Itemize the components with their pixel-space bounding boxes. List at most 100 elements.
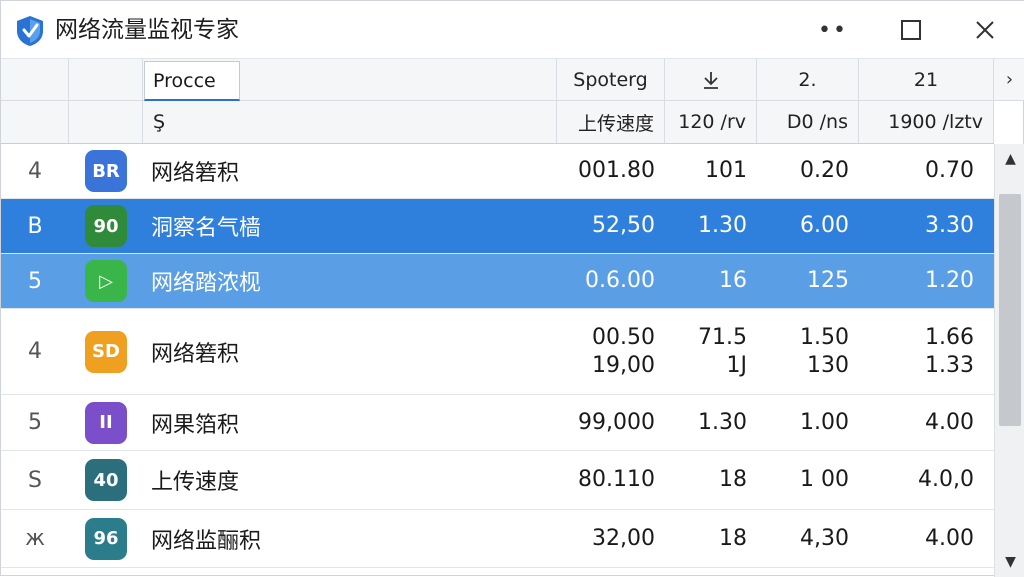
header-col-d0[interactable]: D0 /ns xyxy=(757,101,859,143)
row-value-v1: 80.110 xyxy=(557,451,655,509)
value-text: 1.00 xyxy=(800,409,849,435)
value-text: 71.5 xyxy=(698,324,747,350)
row-value-v1: 00.50 19,00 xyxy=(557,309,655,394)
download-arrow-icon xyxy=(703,71,718,89)
table-row[interactable]: 5 II 网果箔积 99,000 1.30 1.00 4.00 xyxy=(1,395,994,451)
process-name: 网络监酾积 xyxy=(151,528,262,554)
header-row-bottom: Ş 上传速度 120 /rv D0 /ns 1900 /lztv xyxy=(1,101,994,144)
process-name: 网果箔积 xyxy=(151,412,240,438)
header-icon-cell xyxy=(69,59,143,100)
scroll-right-button[interactable]: › xyxy=(994,59,1024,101)
row-id: 4 xyxy=(28,158,42,184)
value-text: 32,00 xyxy=(592,525,655,551)
value-text: 16 xyxy=(719,268,747,293)
row-value-v3: 0.20 xyxy=(757,144,849,198)
scroll-thumb[interactable] xyxy=(999,194,1021,426)
row-icon-cell: BR xyxy=(69,144,143,198)
header2-id-cell xyxy=(1,101,69,143)
table-row[interactable]: S 40 上传速度 80.110 18 1 00 4.0,0 xyxy=(1,451,994,510)
row-value-v3: 1.50 130 xyxy=(757,309,849,394)
row-value-v4: 1.66 1.33 xyxy=(859,309,974,394)
row-icon-cell: 96 xyxy=(69,510,143,567)
header-col-21[interactable]: 21 xyxy=(859,59,994,100)
table-row[interactable]: 4 BR 网络箬积 001.80 101 0.20 0.70 xyxy=(1,144,994,199)
value-text: 4,30 xyxy=(800,525,849,551)
row-icon-cell: 90 xyxy=(69,199,143,253)
maximize-button[interactable] xyxy=(889,11,933,49)
app-icon: 40 xyxy=(85,459,127,501)
header-col-2[interactable]: 2. xyxy=(757,59,859,100)
value-text: 1.50 xyxy=(800,324,849,350)
row-value-v4: 4.00 xyxy=(859,510,974,567)
value-text: 99,000 xyxy=(578,409,655,435)
row-icon-cell: 40 xyxy=(69,451,143,509)
row-value-v2: 16 xyxy=(665,254,747,308)
title-bar: 网络流量监视专家 •• xyxy=(1,1,1024,59)
value-text: 125 xyxy=(807,268,849,293)
process-name: 上传速度 xyxy=(151,470,240,495)
row-value-v3: 4,30 xyxy=(757,510,849,567)
row-value-v4: 4.00 xyxy=(859,395,974,450)
table-row[interactable]: ж 96 网络监酾积 32,00 18 4,30 4.00 xyxy=(1,510,994,568)
table-row[interactable]: B 90 洞察名气樯 52,50 1.30 6.00 3.30 xyxy=(1,199,994,254)
process-name: 网络箬积 xyxy=(151,161,240,186)
row-value-v2: 1.30 xyxy=(665,395,747,450)
value-text: 130 xyxy=(807,352,849,378)
row-value-v1: 32,00 xyxy=(557,510,655,567)
app-icon: 96 xyxy=(85,517,127,560)
table-row[interactable]: 4 SD 网络箬积 00.50 19,00 71.5 1J 1.50 130 1.66 1.33 xyxy=(1,309,994,395)
value-text: 6.00 xyxy=(800,213,849,238)
header-col-upload-speed[interactable]: 上传速度 xyxy=(557,101,665,143)
row-value-v1: 001.80 xyxy=(557,144,655,198)
row-value-v3: 1.00 xyxy=(757,395,849,450)
row-id: ж xyxy=(25,526,45,551)
header-col-1900[interactable]: 1900 /lztv xyxy=(859,101,994,143)
value-text: 52,50 xyxy=(592,213,655,238)
row-value-v3: 6.00 xyxy=(757,199,849,253)
process-table: Procce Spoterg 2. 21 › Ş 上传速度 120 /rv D0… xyxy=(1,59,1024,577)
process-name: 洞察名气樯 xyxy=(151,216,262,241)
row-icon-cell: ▷ xyxy=(69,254,143,308)
row-value-v1: 52,50 xyxy=(557,199,655,253)
header-col-name[interactable]: Ş xyxy=(143,101,557,143)
value-text: 0.20 xyxy=(800,158,849,183)
value-text: 4.0,0 xyxy=(918,467,974,492)
scroll-down-button[interactable]: ▼ xyxy=(995,547,1024,577)
value-text: 0.6.00 xyxy=(585,268,655,293)
row-icon-cell: SD xyxy=(69,309,143,394)
value-text: 1.33 xyxy=(925,352,974,378)
row-id: 5 xyxy=(28,410,42,435)
value-text: 4.00 xyxy=(925,525,974,551)
row-value-v2: 101 xyxy=(665,144,747,198)
value-text: 3.30 xyxy=(925,213,974,238)
table-row[interactable]: 5 ▷ 网络踏浓枧 0.6.00 16 125 1.20 xyxy=(1,254,994,309)
value-text: 4.00 xyxy=(925,409,974,435)
value-text: 19,00 xyxy=(592,352,655,378)
close-icon xyxy=(976,21,994,39)
value-text: 1J xyxy=(726,352,748,378)
header-col-download[interactable] xyxy=(665,59,757,100)
value-text: 18 xyxy=(719,525,747,551)
value-text: 1.30 xyxy=(698,213,747,238)
app-icon: BR xyxy=(85,150,127,192)
row-value-v2: 1.30 xyxy=(665,199,747,253)
maximize-icon xyxy=(901,20,921,40)
vertical-scrollbar[interactable]: ▲ ▼ xyxy=(994,144,1024,577)
shield-icon xyxy=(17,16,43,46)
value-text: 001.80 xyxy=(578,158,655,183)
value-text: 1.20 xyxy=(925,268,974,293)
row-value-v2: 18 xyxy=(665,510,747,567)
header-col-120[interactable]: 120 /rv xyxy=(665,101,757,143)
process-filter-input[interactable]: Procce xyxy=(144,61,240,101)
header2-icon-cell xyxy=(69,101,143,143)
process-name: 网络踏浓枧 xyxy=(151,271,262,296)
row-icon-cell: II xyxy=(69,395,143,450)
row-value-v4: 4.0,0 xyxy=(859,451,974,509)
menu-dots-button[interactable]: •• xyxy=(811,11,855,49)
close-button[interactable] xyxy=(963,11,1007,49)
row-value-v4: 1.20 xyxy=(859,254,974,308)
scroll-up-button[interactable]: ▲ xyxy=(995,144,1024,174)
app-icon: SD xyxy=(85,330,127,373)
header-col-spoterg[interactable]: Spoterg xyxy=(557,59,665,100)
row-value-v2: 18 xyxy=(665,451,747,509)
